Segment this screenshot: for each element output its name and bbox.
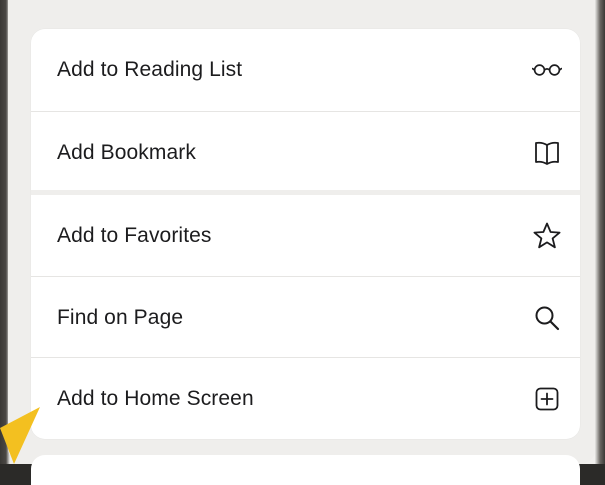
star-icon xyxy=(532,221,562,251)
glasses-icon xyxy=(532,55,562,85)
search-icon xyxy=(532,303,562,333)
menu-item-label: Add to Reading List xyxy=(57,58,243,81)
menu-item-add-to-home-screen[interactable]: Add to Home Screen xyxy=(31,358,580,439)
menu-item-add-to-reading-list[interactable]: Add to Reading List xyxy=(31,29,580,111)
menu-item-find-on-page[interactable]: Find on Page xyxy=(31,277,580,359)
window-edge xyxy=(595,0,605,464)
callout-pointer xyxy=(0,407,40,464)
menu-item-label: Find on Page xyxy=(57,306,184,329)
add-square-icon xyxy=(532,384,562,414)
menu-item-label: Add to Home Screen xyxy=(57,387,254,410)
menu-item-add-to-favorites[interactable]: Add to Favorites xyxy=(31,195,580,277)
menu-item-add-bookmark[interactable]: Add Bookmark xyxy=(31,112,580,194)
book-icon xyxy=(532,138,562,168)
next-menu-section xyxy=(31,455,580,485)
menu-item-label: Add to Favorites xyxy=(57,224,212,247)
share-actions-menu: Add to Reading List Add Bookmark Add to … xyxy=(31,29,580,439)
menu-item-label: Add Bookmark xyxy=(57,141,196,164)
